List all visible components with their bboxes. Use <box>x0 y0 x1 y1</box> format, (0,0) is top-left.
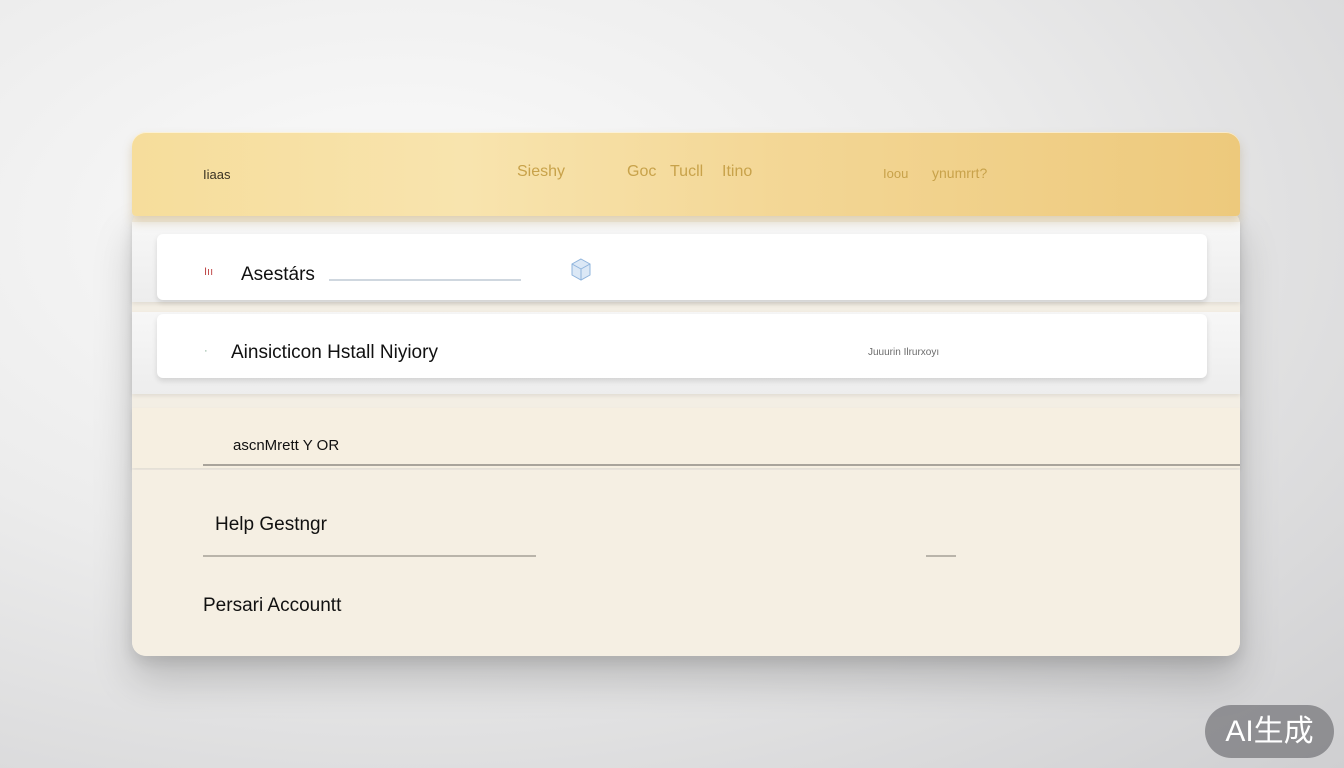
nav-home-link[interactable]: Iiaas <box>203 167 230 182</box>
nav-item-itino[interactable]: Itino <box>722 163 752 181</box>
item-divider-short <box>926 555 956 557</box>
menu-item-personal-account[interactable]: Persari Accountt <box>203 595 341 617</box>
menu-item-help-getting[interactable]: Help Gestngr <box>215 514 327 536</box>
cream-panel <box>132 470 1240 656</box>
nav-item-account[interactable]: ynumrrt? <box>932 165 987 181</box>
row-marker-icon: · <box>204 345 208 357</box>
row-label-assets: Asestárs <box>241 264 315 285</box>
row-side-text: Juuurin Ilrurxoyı <box>868 347 940 358</box>
row-marker-icon: Iıı <box>204 266 214 278</box>
nav-item-goc[interactable]: Goc <box>627 163 656 181</box>
nav-item-tucll[interactable]: Tucll <box>670 163 703 181</box>
ai-generated-badge: AI生成 <box>1205 705 1334 758</box>
nav-item-ioou[interactable]: Ioou <box>883 166 908 181</box>
row-label-installation-history: Ainsicticon Hstall Niyiory <box>231 342 438 363</box>
nav-item-sieshy[interactable]: Sieshy <box>517 163 565 181</box>
cube-icon <box>570 257 592 288</box>
item-divider <box>203 555 536 557</box>
section-divider <box>203 464 1240 466</box>
section-heading: ascnMrett Y OR <box>233 437 340 454</box>
assets-underline <box>329 279 521 281</box>
